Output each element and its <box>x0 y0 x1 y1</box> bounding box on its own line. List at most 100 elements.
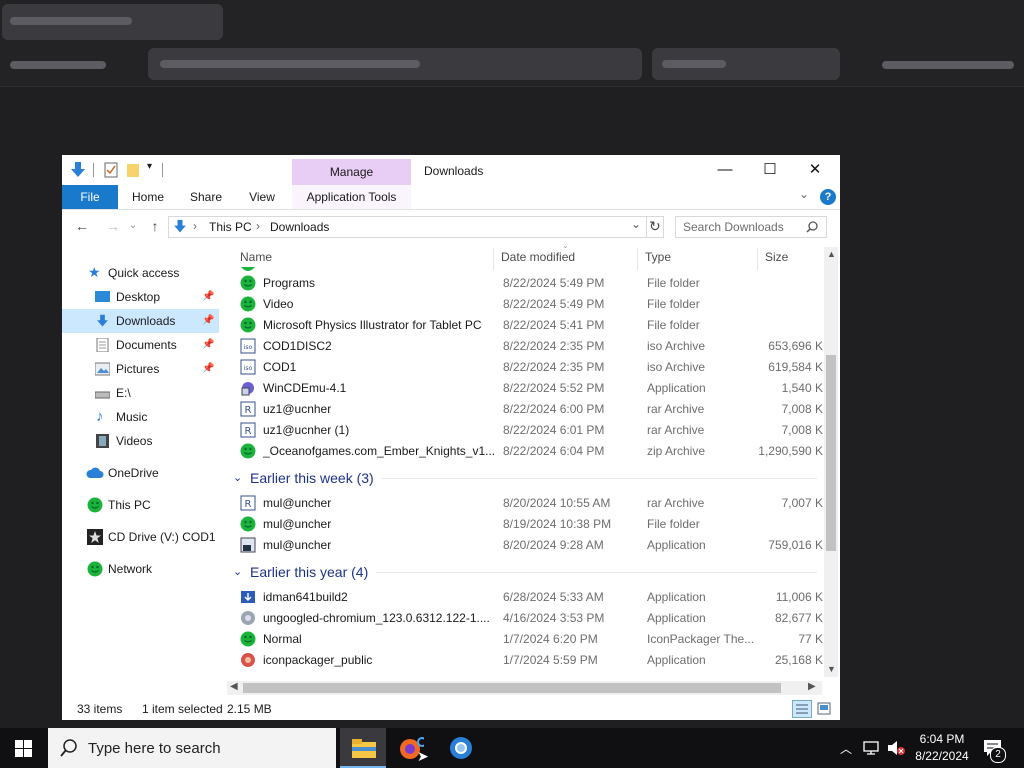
properties-icon[interactable] <box>104 161 118 179</box>
table-row[interactable]: ungoogled-chromium_123.0.6312.122-1.... 4… <box>235 608 823 629</box>
table-row[interactable]: iconpackager_public 1/7/2024 5:59 PM Appli… <box>235 650 823 671</box>
table-row[interactable]: iso COD1 8/22/2024 2:35 PM iso Archive 619,5… <box>235 357 823 378</box>
horizontal-scrollbar[interactable]: ◀ ▶ <box>227 681 822 695</box>
nav-item-downloads[interactable]: Downloads 📌 <box>62 309 219 333</box>
blurred-field <box>148 48 642 80</box>
back-button[interactable]: ← <box>73 217 91 235</box>
svg-text:iso: iso <box>244 344 253 351</box>
collapse-chevron-icon[interactable]: ⌄ <box>233 471 242 484</box>
nav-item-e-drive[interactable]: E:\ <box>62 381 219 405</box>
svg-text:R: R <box>245 499 252 510</box>
scroll-right-arrow-icon[interactable]: ▶ <box>808 681 816 692</box>
column-header-date-modified[interactable]: Date modified <box>501 250 575 266</box>
table-row[interactable]: mul@uncher 8/19/2024 10:38 PM File folder <box>235 514 823 535</box>
breadcrumb-downloads[interactable]: Downloads <box>270 220 329 234</box>
table-row[interactable]: Video 8/22/2024 5:49 PM File folder <box>235 294 823 315</box>
green-smiley-icon <box>240 631 256 647</box>
breadcrumb-separator: › <box>256 219 260 233</box>
vertical-scroll-thumb[interactable] <box>826 355 836 551</box>
column-header-type[interactable]: Type <box>645 250 671 266</box>
table-row[interactable]: idman641build2 6/28/2024 5:33 AM Applicati… <box>235 587 823 608</box>
horizontal-scroll-thumb[interactable] <box>243 683 781 693</box>
details-view-icon[interactable] <box>792 700 812 718</box>
nav-quick-access[interactable]: ★ Quick access <box>62 261 219 285</box>
table-row[interactable]: WinCDEmu-4.1 8/22/2024 5:52 PM Application… <box>235 378 823 399</box>
column-divider[interactable] <box>493 248 494 270</box>
pin-icon: 📌 <box>202 363 215 374</box>
table-row[interactable]: _Oceanofgames.com_Ember_Knights_v1... 8/2… <box>235 441 823 462</box>
nav-item-music[interactable]: ♪ Music <box>62 405 219 429</box>
table-row[interactable]: mul@uncher 8/20/2024 9:28 AM Application 75… <box>235 535 823 556</box>
taskbar-chromium[interactable] <box>444 728 478 768</box>
address-dropdown-chevron-icon[interactable]: ⌄ <box>631 217 641 231</box>
nav-this-pc[interactable]: This PC <box>62 493 219 517</box>
green-smiley-icon <box>240 443 256 459</box>
windows-start-icon[interactable] <box>15 740 32 757</box>
large-icons-view-icon[interactable] <box>817 702 831 715</box>
file-size: 759,016 K <box>768 538 823 552</box>
nav-item-videos[interactable]: Videos <box>62 429 219 453</box>
tab-manage[interactable]: Manage <box>292 159 411 186</box>
tab-application-tools[interactable]: Application Tools <box>292 185 411 209</box>
nav-onedrive[interactable]: OneDrive <box>62 461 219 485</box>
blurred-tab <box>2 4 223 40</box>
ribbon-expand-chevron-icon[interactable]: ⌄ <box>799 187 809 201</box>
quick-access-toolbar-dropdown[interactable]: ▾ <box>147 161 152 172</box>
nav-item-pictures[interactable]: Pictures 📌 <box>62 357 219 381</box>
network-icon[interactable] <box>862 740 880 756</box>
column-header-size[interactable]: Size <box>765 250 788 266</box>
up-button[interactable]: ↑ <box>146 217 164 235</box>
clock-time[interactable]: 6:04 PM <box>918 732 966 746</box>
close-button[interactable]: ✕ <box>792 155 838 185</box>
status-bar: 33 items 1 item selected 2.15 MB <box>62 698 840 720</box>
maximize-button[interactable]: ☐ <box>747 155 793 185</box>
column-divider[interactable] <box>637 248 638 270</box>
address-bar[interactable]: › This PC › Downloads ⌄ ↻ <box>168 216 664 238</box>
breadcrumb-this-pc[interactable]: This PC <box>209 220 252 234</box>
refresh-icon[interactable]: ↻ <box>649 218 661 235</box>
table-row[interactable]: Programs 8/22/2024 5:49 PM File folder <box>235 273 823 294</box>
minimize-button[interactable]: — <box>702 155 748 185</box>
table-row[interactable]: Rmul@uncher 8/20/2024 10:55 AM rar Archive… <box>235 493 823 514</box>
table-row[interactable]: Microsoft Physics Illustrator for Tablet… <box>235 315 823 336</box>
collapse-chevron-icon[interactable]: ⌄ <box>233 565 242 578</box>
tab-share[interactable]: Share <box>182 185 230 209</box>
help-icon[interactable]: ? <box>820 189 836 205</box>
navigation-pane: ★ Quick access Desktop 📌 Downloads 📌 Doc… <box>62 255 222 685</box>
nav-cd-drive[interactable]: CD Drive (V:) COD1 <box>62 525 219 549</box>
scroll-up-arrow-icon[interactable]: ▲ <box>827 249 836 259</box>
tab-file[interactable]: File <box>62 185 118 209</box>
taskbar-file-explorer[interactable] <box>340 728 386 768</box>
table-row[interactable]: Ruz1@ucnher 8/22/2024 6:00 PM rar Archive 7… <box>235 399 823 420</box>
vertical-scrollbar[interactable]: ▲ ▼ <box>824 247 838 677</box>
search-icon[interactable] <box>806 221 818 233</box>
drive-icon <box>95 391 110 399</box>
tab-home[interactable]: Home <box>124 185 172 209</box>
scroll-down-arrow-icon[interactable]: ▼ <box>827 664 836 674</box>
nav-label: Quick access <box>108 266 180 280</box>
group-header[interactable]: ⌄ Earlier this year (4) <box>233 561 821 583</box>
table-row[interactable]: iso COD1DISC2 8/22/2024 2:35 PM iso Archive… <box>235 336 823 357</box>
group-header[interactable]: ⌄ Earlier this week (3) <box>233 467 821 489</box>
forward-button[interactable]: → <box>104 217 122 235</box>
search-input[interactable]: Search Downloads <box>675 216 827 238</box>
file-name: iconpackager_public <box>263 653 373 667</box>
idm-icon <box>241 591 255 603</box>
recent-locations-chevron-icon[interactable]: ⌄ <box>124 217 142 235</box>
nav-network[interactable]: Network <box>62 557 219 581</box>
nav-item-documents[interactable]: Documents 📌 <box>62 333 219 357</box>
pin-icon: 📌 <box>202 339 215 350</box>
new-folder-icon[interactable] <box>126 161 140 179</box>
tray-overflow-chevron-icon[interactable]: ︿ <box>840 740 852 757</box>
table-row[interactable]: Ruz1@ucnher (1) 8/22/2024 6:01 PM rar Arch… <box>235 420 823 441</box>
taskbar-firefox[interactable]: ➤ <box>390 728 444 768</box>
column-header-name[interactable]: Name <box>240 250 272 266</box>
taskbar-search-box[interactable]: Type here to search <box>48 728 336 768</box>
table-row[interactable]: Normal 1/7/2024 6:20 PM IconPackager The..… <box>235 629 823 650</box>
tab-view[interactable]: View <box>238 185 286 209</box>
nav-item-desktop[interactable]: Desktop 📌 <box>62 285 219 309</box>
scroll-left-arrow-icon[interactable]: ◀ <box>230 681 238 692</box>
column-divider[interactable] <box>757 248 758 270</box>
clock-date[interactable]: 8/22/2024 <box>910 749 974 763</box>
volume-muted-icon[interactable] <box>886 740 906 756</box>
